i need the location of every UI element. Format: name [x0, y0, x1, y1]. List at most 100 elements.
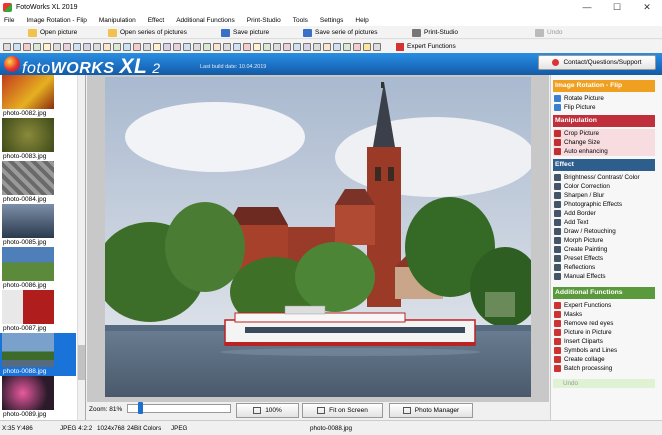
tool-icon[interactable] [93, 42, 101, 51]
remove-red-eyes-item[interactable]: Remove red eyes [553, 319, 655, 328]
thumbnail-item[interactable]: photo-0085.jpg [2, 204, 54, 247]
add-text-item[interactable]: Add Text [553, 218, 655, 227]
tool-icon[interactable] [203, 42, 211, 51]
menu-tools[interactable]: Tools [293, 17, 308, 24]
save-series-button[interactable]: Save serie of pictures [303, 27, 378, 38]
menu-file[interactable]: File [4, 17, 14, 24]
open-series-button[interactable]: Open series of pictures [108, 27, 187, 38]
undo-button[interactable]: Undo [535, 27, 563, 38]
save-picture-button[interactable]: Save picture [221, 27, 269, 38]
tool-icon[interactable] [353, 42, 361, 51]
tool-icon[interactable] [363, 42, 371, 51]
menu-help[interactable]: Help [355, 17, 368, 24]
thumbnail-item-selected[interactable]: photo-0088.jpg [0, 333, 76, 376]
tool-icon[interactable] [173, 42, 181, 51]
tool-icon[interactable] [183, 42, 191, 51]
batch-processing-item[interactable]: Batch processing [553, 364, 655, 373]
tool-icon[interactable] [263, 42, 271, 51]
symbols-lines-item[interactable]: Symbols and Lines [553, 346, 655, 355]
draw-retouching-item[interactable]: Draw / Retouching [553, 227, 655, 236]
tool-icon[interactable] [43, 42, 51, 51]
rotate-picture-item[interactable]: Rotate Picture [553, 94, 655, 103]
section-effect-header[interactable]: Effect [553, 159, 655, 171]
tool-icon[interactable] [53, 42, 61, 51]
flip-picture-item[interactable]: Flip Picture [553, 103, 655, 112]
tool-icon[interactable] [373, 42, 381, 51]
tool-icon[interactable] [223, 42, 231, 51]
close-button[interactable]: ✕ [632, 0, 662, 15]
reflections-item[interactable]: Reflections [553, 263, 655, 272]
tool-icon[interactable] [73, 42, 81, 51]
thumbnail-item[interactable]: photo-0083.jpg [2, 118, 54, 161]
menu-print-studio[interactable]: Print-Studio [247, 17, 281, 24]
tool-icon[interactable] [243, 42, 251, 51]
tool-icon[interactable] [3, 42, 11, 51]
expert-functions-item[interactable]: Expert Functions [553, 301, 655, 310]
preset-effects-item[interactable]: Preset Effects [553, 254, 655, 263]
tool-icon[interactable] [63, 42, 71, 51]
fit-on-screen-button[interactable]: Fit on Screen [302, 403, 383, 418]
tool-icon[interactable] [143, 42, 151, 51]
photographic-effects-item[interactable]: Photographic Effects [553, 200, 655, 209]
section-rotation-header[interactable]: Image Rotation - Flip [553, 80, 655, 92]
tool-icon[interactable] [83, 42, 91, 51]
tool-icon[interactable] [333, 42, 341, 51]
tool-icon[interactable] [133, 42, 141, 51]
zoom-slider-thumb[interactable] [138, 402, 143, 414]
create-painting-item[interactable]: Create Painting [553, 245, 655, 254]
color-correction-item[interactable]: Color Correction [553, 182, 655, 191]
menu-additional[interactable]: Additional Functions [176, 17, 235, 24]
crop-picture-item[interactable]: Crop Picture [553, 129, 655, 138]
tool-icon[interactable] [233, 42, 241, 51]
change-size-item[interactable]: Change Size [553, 138, 655, 147]
tool-icon[interactable] [123, 42, 131, 51]
tool-icon[interactable] [253, 42, 261, 51]
morph-picture-item[interactable]: Morph Picture [553, 236, 655, 245]
tool-icon[interactable] [113, 42, 121, 51]
thumbnail-item[interactable]: photo-0089.jpg [2, 376, 54, 419]
tool-icon[interactable] [193, 42, 201, 51]
tool-icon[interactable] [323, 42, 331, 51]
minimize-button[interactable]: — [572, 0, 602, 15]
main-photo[interactable] [105, 77, 531, 397]
brightness-item[interactable]: Brightness/ Contrast/ Color [553, 173, 655, 182]
thumbnail-item[interactable]: photo-0084.jpg [2, 161, 54, 204]
section-additional-header[interactable]: Additional Functions [553, 287, 655, 299]
tool-icon[interactable] [163, 42, 171, 51]
tool-icon[interactable] [13, 42, 21, 51]
tool-icon[interactable] [273, 42, 281, 51]
menu-manipulation[interactable]: Manipulation [99, 17, 136, 24]
tool-icon[interactable] [23, 42, 31, 51]
tool-icon[interactable] [153, 42, 161, 51]
thumbnail-item[interactable]: photo-0086.jpg [2, 247, 54, 290]
create-collage-item[interactable]: Create collage [553, 355, 655, 364]
tool-icon[interactable] [303, 42, 311, 51]
manual-effects-item[interactable]: Manual Effects [553, 272, 655, 281]
auto-enhancing-item[interactable]: Auto enhancing [553, 147, 655, 156]
picture-in-picture-item[interactable]: Picture in Picture [553, 328, 655, 337]
menu-rotation[interactable]: Image Rotation - Flip [26, 17, 86, 24]
menu-effect[interactable]: Effect [148, 17, 165, 24]
zoom-100-button[interactable]: 100% [236, 403, 299, 418]
tool-icon[interactable] [283, 42, 291, 51]
add-border-item[interactable]: Add Border [553, 209, 655, 218]
print-studio-button[interactable]: Print-Studio [412, 27, 458, 38]
tool-icon[interactable] [343, 42, 351, 51]
sidebar-undo-item[interactable]: Undo [553, 379, 655, 388]
menu-settings[interactable]: Settings [320, 17, 344, 24]
maximize-button[interactable]: ☐ [602, 0, 632, 15]
sharpen-blur-item[interactable]: Sharpen / Blur [553, 191, 655, 200]
tool-icon[interactable] [33, 42, 41, 51]
insert-cliparts-item[interactable]: Insert Cliparts [553, 337, 655, 346]
contact-support-button[interactable]: Contact/Questions/Support [538, 55, 656, 70]
photo-manager-button[interactable]: Photo Manager [389, 403, 473, 418]
thumbnail-item[interactable]: photo-0082.jpg [2, 75, 54, 118]
tool-icon[interactable] [313, 42, 321, 51]
expert-functions-button[interactable]: Expert Functions [396, 41, 456, 52]
thumbnail-item[interactable]: photo-0087.jpg [2, 290, 54, 333]
masks-item[interactable]: Masks [553, 310, 655, 319]
scrollbar-thumb[interactable] [78, 345, 85, 380]
section-manipulation-header[interactable]: Manipulation [553, 115, 655, 127]
tool-icon[interactable] [213, 42, 221, 51]
tool-icon[interactable] [293, 42, 301, 51]
